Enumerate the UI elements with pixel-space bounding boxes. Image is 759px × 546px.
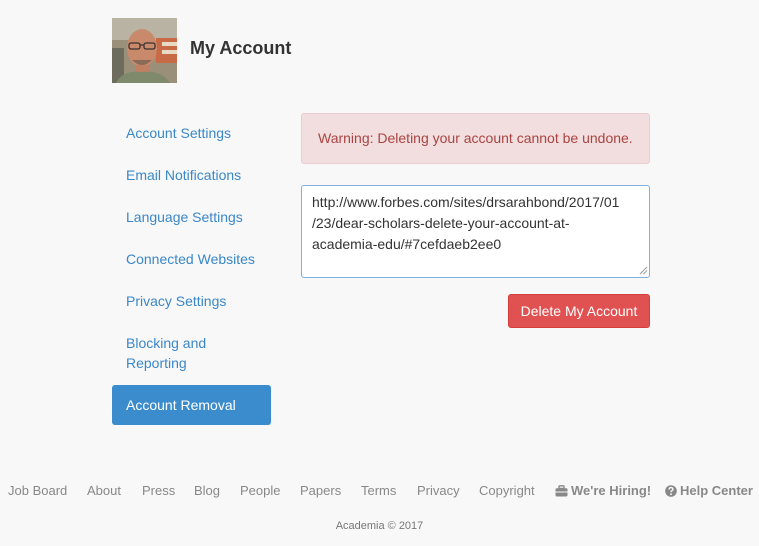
footer-link-job-board[interactable]: Job Board <box>8 483 67 498</box>
question-circle-icon <box>665 485 677 497</box>
sidebar-item-blocking-and-reporting[interactable]: Blocking and Reporting <box>112 333 271 373</box>
avatar-photo <box>112 18 177 83</box>
sidebar-item-language-settings[interactable]: Language Settings <box>112 207 271 227</box>
footer-link-press[interactable]: Press <box>142 483 175 498</box>
footer-link-privacy[interactable]: Privacy <box>417 483 460 498</box>
sidebar-item-privacy-settings[interactable]: Privacy Settings <box>112 291 271 311</box>
sidebar-item-account-removal[interactable]: Account Removal <box>112 385 271 425</box>
footer-link-papers[interactable]: Papers <box>300 483 341 498</box>
sidebar-item-connected-websites[interactable]: Connected Websites <box>112 249 271 269</box>
footer-link-about[interactable]: About <box>87 483 121 498</box>
account-page: My Account Account Settings Email Notifi… <box>0 0 759 546</box>
footer-link-hiring[interactable]: We're Hiring! <box>555 483 651 498</box>
sidebar-item-label-line1: Blocking and <box>126 335 207 351</box>
footer-link-people[interactable]: People <box>240 483 280 498</box>
footer-link-help-center[interactable]: Help Center <box>665 483 753 498</box>
footer-link-copyright[interactable]: Copyright <box>479 483 535 498</box>
footer-link-hiring-label: We're Hiring! <box>571 483 652 498</box>
delete-account-button[interactable]: Delete My Account <box>508 294 650 328</box>
footer-link-help-center-label: Help Center <box>680 483 753 498</box>
url-text-line-1: http://www.forbes.com/sites/drsarahbond/… <box>312 194 620 210</box>
avatar[interactable] <box>112 18 177 83</box>
footer-link-blog[interactable]: Blog <box>194 483 220 498</box>
sidebar-item-label-line2: Reporting <box>126 355 187 371</box>
warning-alert: Warning: Deleting your account cannot be… <box>301 113 650 164</box>
page-title: My Account <box>190 38 292 58</box>
briefcase-icon <box>555 485 568 497</box>
url-text-line-3: academia-edu/#7cefdaeb2ee0 <box>312 236 502 252</box>
footer-copyright: Academia © 2017 <box>335 520 424 532</box>
url-textarea[interactable]: http://www.forbes.com/sites/drsarahbond/… <box>301 185 650 278</box>
sidebar-item-email-notifications[interactable]: Email Notifications <box>112 165 271 185</box>
resize-grip-icon[interactable] <box>639 266 648 275</box>
url-text-line-2: /23/dear-scholars-delete-your-account-at… <box>312 215 570 231</box>
sidebar-item-account-settings[interactable]: Account Settings <box>112 123 271 143</box>
footer-link-terms[interactable]: Terms <box>361 483 396 498</box>
